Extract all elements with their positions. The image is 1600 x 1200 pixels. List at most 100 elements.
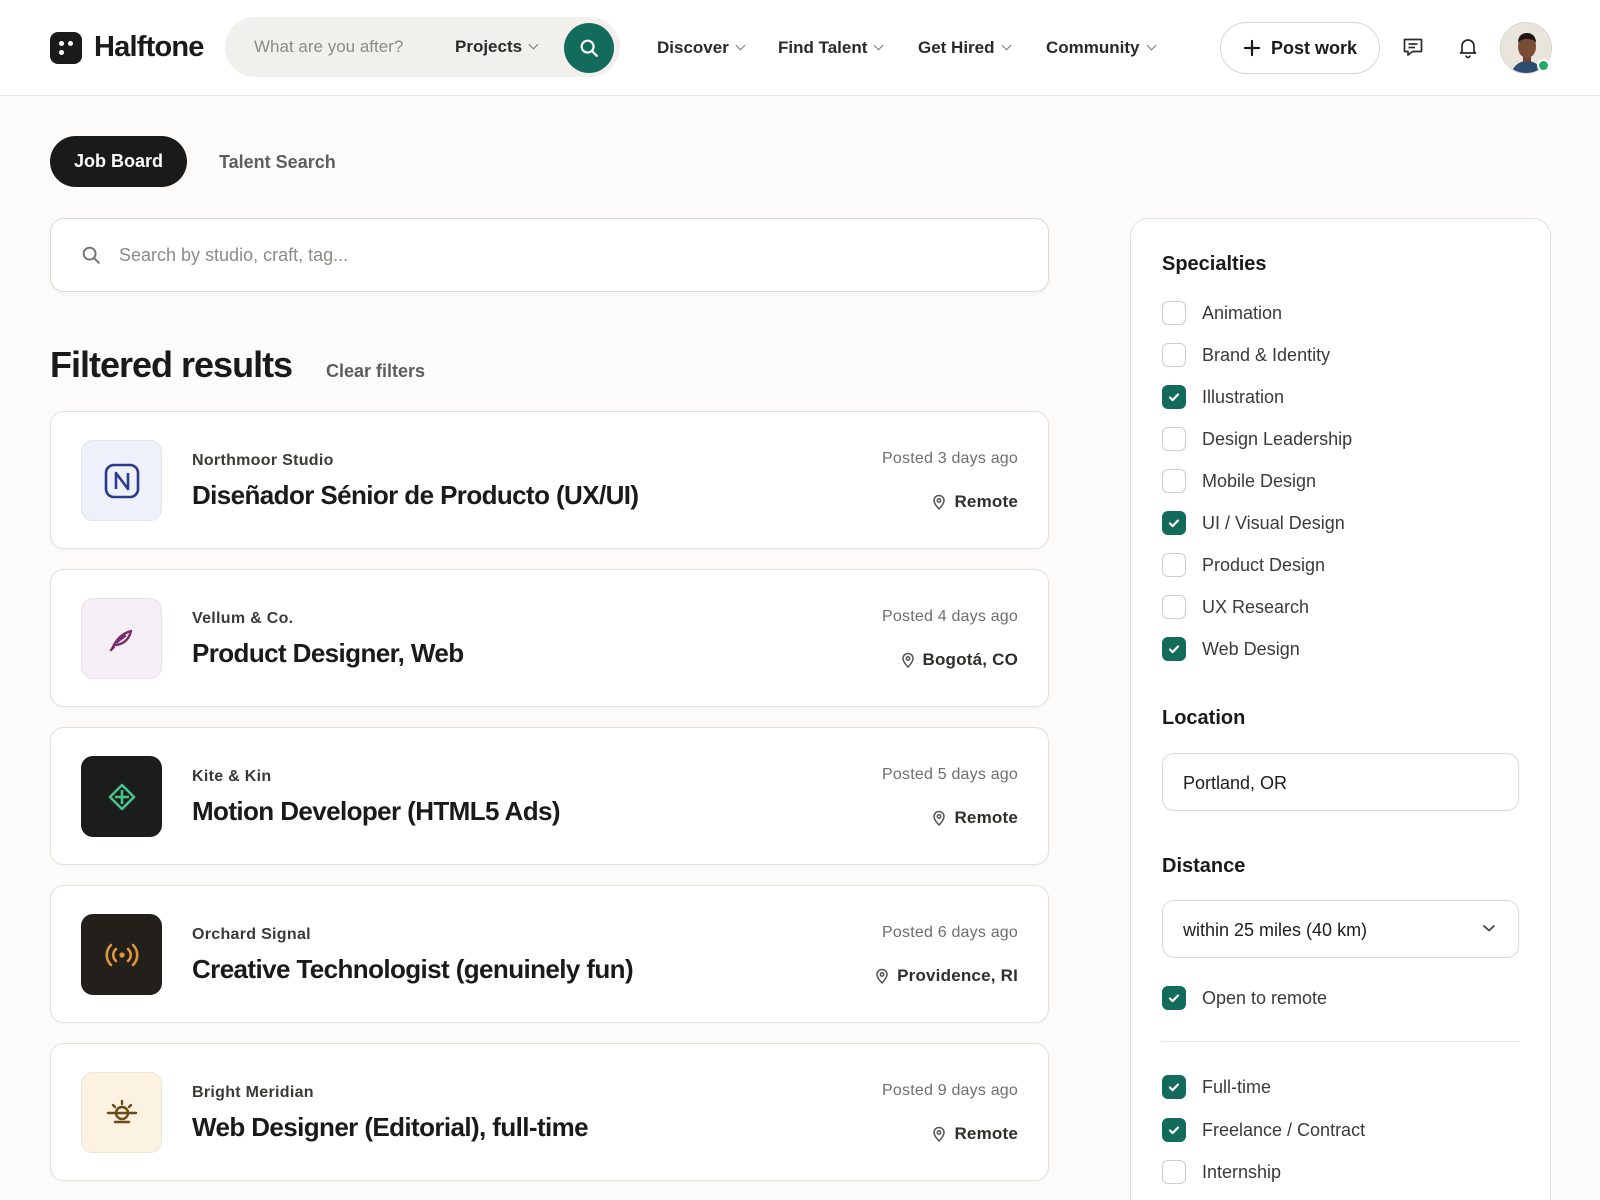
global-search-input[interactable]: What are you after?: [254, 37, 403, 57]
job-title[interactable]: Creative Technologist (genuinely fun): [192, 954, 634, 985]
nav-community[interactable]: Community: [1046, 38, 1156, 58]
checkbox[interactable]: [1162, 301, 1186, 325]
broadcast-signal-icon: [105, 943, 138, 966]
search-icon: [580, 39, 598, 57]
checkbox-label: Illustration: [1202, 386, 1285, 407]
specialty-ux-research[interactable]: UX Research: [1162, 595, 1309, 619]
check-icon: [1168, 1126, 1180, 1135]
job-location: Remote: [932, 808, 1018, 828]
checkbox-checked[interactable]: [1162, 385, 1186, 409]
location-input[interactable]: Portland, OR: [1162, 753, 1519, 811]
job-location: Bogotá, CO: [901, 650, 1019, 670]
tab-talent-search[interactable]: Talent Search: [219, 152, 336, 173]
checkbox-checked[interactable]: [1162, 511, 1186, 535]
job-search-box: [50, 218, 1049, 292]
specialty-ui-visual-design[interactable]: UI / Visual Design: [1162, 511, 1345, 535]
checkbox[interactable]: [1162, 469, 1186, 493]
tab-label: Talent Search: [219, 152, 336, 172]
company-name: Orchard Signal: [192, 926, 311, 943]
notifications-button[interactable]: [1455, 34, 1481, 60]
company-name: Bright Meridian: [192, 1084, 314, 1101]
job-location: Remote: [932, 492, 1018, 512]
specialty-animation[interactable]: Animation: [1162, 301, 1282, 325]
nav-label: Discover: [657, 38, 729, 57]
check-icon: [1168, 994, 1180, 1003]
job-card[interactable]: Vellum & Co. Product Designer, Web Poste…: [50, 569, 1049, 707]
checkbox[interactable]: [1162, 553, 1186, 577]
check-icon: [1168, 519, 1180, 528]
post-work-button[interactable]: Post work: [1220, 22, 1380, 74]
post-work-label: Post work: [1270, 37, 1358, 58]
map-pin-icon: [933, 494, 946, 510]
top-header: Halftone What are you after? Projects Di…: [0, 0, 1600, 96]
filter-divider: [1162, 1041, 1519, 1042]
global-search-button[interactable]: [564, 23, 614, 73]
checkbox[interactable]: [1162, 1160, 1186, 1184]
search-scope-dropdown[interactable]: Projects: [455, 37, 539, 57]
job-location: Providence, RI: [875, 966, 1018, 986]
chevron-down-icon: [1146, 40, 1156, 51]
checkbox-label: Product Design: [1202, 554, 1326, 575]
distance-select[interactable]: within 25 miles (40 km): [1162, 900, 1519, 958]
check-icon: [1168, 393, 1180, 402]
brand-logo[interactable]: Halftone: [50, 31, 204, 64]
job-card[interactable]: Northmoor Studio Diseñador Sénior de Pro…: [50, 411, 1049, 549]
specialty-web-design[interactable]: Web Design: [1162, 637, 1300, 661]
nav-discover[interactable]: Discover: [657, 38, 746, 58]
specialty-mobile-design[interactable]: Mobile Design: [1162, 469, 1316, 493]
map-pin-icon: [876, 968, 888, 984]
checkbox-checked[interactable]: [1162, 637, 1186, 661]
distance-heading: Distance: [1162, 855, 1246, 877]
chevron-down-icon: [735, 40, 746, 51]
job-type-full-time[interactable]: Full-time: [1162, 1075, 1271, 1099]
company-logo: [81, 1072, 162, 1153]
company-logo: [81, 914, 162, 995]
tab-job-board[interactable]: Job Board: [50, 136, 187, 187]
job-title[interactable]: Motion Developer (HTML5 Ads): [192, 796, 561, 827]
checkbox-checked[interactable]: [1162, 1075, 1186, 1099]
clear-filters-link[interactable]: Clear filters: [326, 361, 425, 382]
checkbox[interactable]: [1162, 595, 1186, 619]
map-pin-icon: [901, 652, 914, 668]
job-type-internship[interactable]: Internship: [1162, 1160, 1281, 1184]
location-heading: Location: [1162, 707, 1246, 729]
checkbox-checked[interactable]: [1162, 1118, 1186, 1142]
checkbox-label: Internship: [1202, 1161, 1282, 1182]
posted-date: Posted 6 days ago: [882, 924, 1018, 941]
checkbox[interactable]: [1162, 427, 1186, 451]
checkbox[interactable]: [1162, 343, 1186, 367]
job-title[interactable]: Product Designer, Web: [192, 638, 464, 669]
specialty-product-design[interactable]: Product Design: [1162, 553, 1325, 577]
open-to-remote-toggle[interactable]: Open to remote: [1162, 986, 1327, 1010]
map-pin-icon: [933, 1126, 946, 1142]
checkbox-checked[interactable]: [1162, 986, 1186, 1010]
kite-diamond-icon: [108, 783, 135, 810]
chevron-down-icon: [873, 40, 884, 51]
bell-icon: [1459, 39, 1477, 59]
location-label: Remote: [954, 1124, 1018, 1143]
specialties-heading: Specialties: [1162, 253, 1267, 275]
job-card[interactable]: Orchard Signal Creative Technologist (ge…: [50, 885, 1049, 1023]
checkbox-label: UX Research: [1202, 596, 1310, 617]
nav-label: Community: [1046, 38, 1140, 57]
specialty-design-leadership[interactable]: Design Leadership: [1162, 427, 1352, 451]
messages-button[interactable]: [1400, 34, 1426, 60]
job-card[interactable]: Bright Meridian Web Designer (Editorial)…: [50, 1043, 1049, 1181]
nav-get-hired[interactable]: Get Hired: [918, 38, 1011, 58]
map-pin-icon: [933, 810, 946, 826]
checkbox-label: Design Leadership: [1202, 428, 1353, 449]
checkbox-label: Full-time: [1202, 1076, 1272, 1097]
posted-date: Posted 5 days ago: [882, 766, 1018, 783]
job-type-freelance-contract[interactable]: Freelance / Contract: [1162, 1118, 1365, 1142]
tab-label: Job Board: [73, 151, 163, 171]
specialty-illustration[interactable]: Illustration: [1162, 385, 1284, 409]
nav-find-talent[interactable]: Find Talent: [778, 38, 884, 58]
chevron-down-icon: [1001, 40, 1011, 51]
job-card[interactable]: Kite & Kin Motion Developer (HTML5 Ads) …: [50, 727, 1049, 865]
specialty-brand-identity[interactable]: Brand & Identity: [1162, 343, 1330, 367]
global-search[interactable]: What are you after? Projects: [225, 17, 620, 77]
location-label: Providence, RI: [897, 966, 1018, 985]
job-title[interactable]: Diseñador Sénior de Producto (UX/UI): [192, 480, 639, 511]
job-search-input[interactable]: [119, 239, 999, 271]
job-title[interactable]: Web Designer (Editorial), full-time: [192, 1112, 589, 1143]
